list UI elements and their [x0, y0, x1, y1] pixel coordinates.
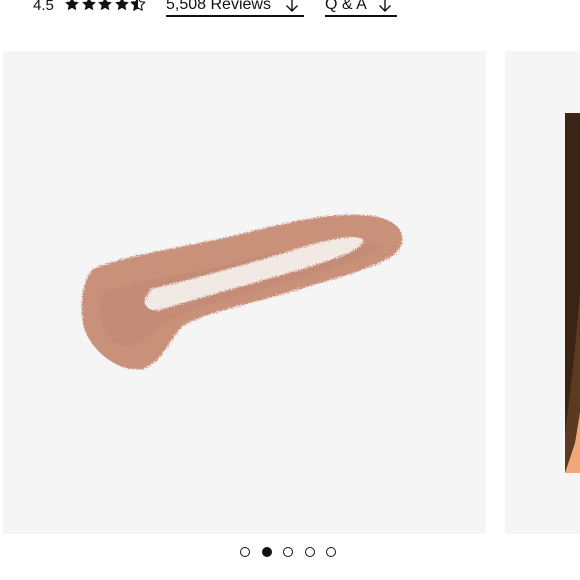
star-icon: [65, 0, 79, 11]
product-swatch-image: [81, 214, 403, 370]
pagination-dot-4[interactable]: [304, 547, 315, 557]
star-rating[interactable]: [64, 0, 147, 14]
pagination-dot-5[interactable]: [326, 547, 336, 557]
arrow-down-icon: [379, 0, 391, 12]
gallery-pagination: [240, 545, 348, 559]
reviews-link[interactable]: 5,508 Reviews: [166, 0, 304, 17]
star-icon: [98, 0, 112, 11]
reviews-link-label: 5,508 Reviews: [166, 0, 271, 13]
star-icon: [81, 0, 96, 11]
pagination-dot-3[interactable]: [283, 547, 293, 557]
qa-link-label: Q & A: [325, 0, 367, 13]
gallery-slide-swatch[interactable]: [3, 51, 486, 534]
arrow-down-icon: [286, 0, 298, 12]
star-icon: [114, 0, 129, 11]
model-photo-image: [565, 113, 580, 473]
rating-row: 4.5 5,508 Reviews Q & A: [0, 0, 580, 20]
gallery-slide-model[interactable]: [505, 51, 580, 534]
qa-link[interactable]: Q & A: [325, 0, 397, 17]
product-page: 4.5 5,508 Reviews Q & A: [0, 0, 580, 580]
rating-value: 4.5: [33, 0, 54, 14]
model-photo: [565, 113, 580, 473]
pagination-dot-1[interactable]: [240, 547, 250, 557]
pagination-dot-2[interactable]: [261, 547, 272, 557]
half-star-icon: [130, 0, 146, 11]
